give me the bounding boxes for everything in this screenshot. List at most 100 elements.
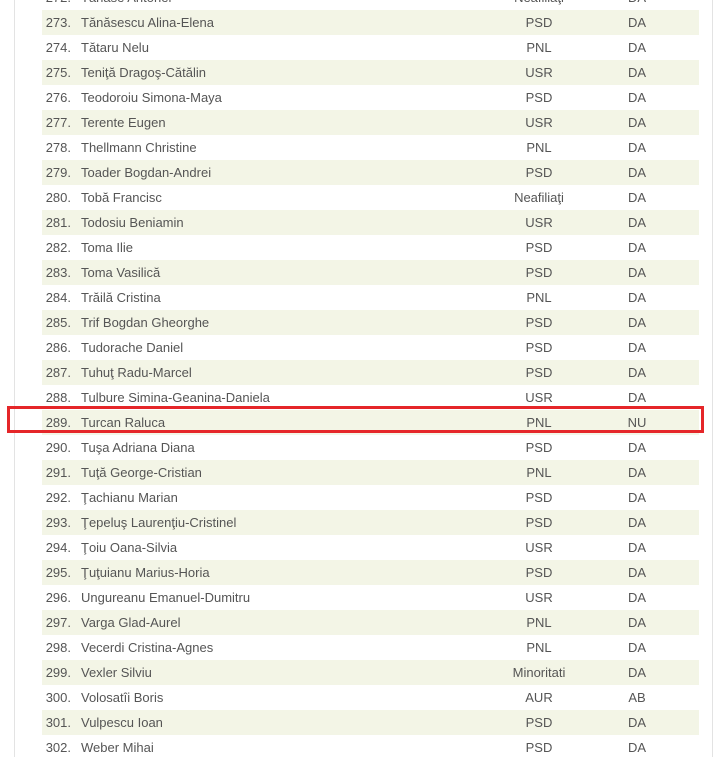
- party-name: USR: [525, 540, 553, 555]
- party-name: PSD: [525, 515, 553, 530]
- table-row: 280. Tobă Francisc Neafiliaţi DA: [42, 185, 699, 210]
- deputy-name: Volosatîi Boris: [81, 690, 164, 705]
- party-name: USR: [525, 215, 553, 230]
- party-name: PNL: [526, 465, 552, 480]
- row-number: 299.: [45, 665, 71, 680]
- party-name: USR: [525, 115, 553, 130]
- row-number: 274.: [45, 40, 71, 55]
- deputy-name: Ţepeluş Laurenţiu-Cristinel: [81, 515, 237, 530]
- party-name: PNL: [526, 615, 552, 630]
- table-row: 278. Thellmann Christine PNL DA: [42, 135, 699, 160]
- deputy-name: Trif Bogdan Gheorghe: [81, 315, 210, 330]
- vote-value: DA: [627, 115, 647, 130]
- table-row: 274. Tătaru Nelu PNL DA: [42, 35, 699, 60]
- deputy-name: Ţachianu Marian: [81, 490, 178, 505]
- row-number: 293.: [45, 515, 71, 530]
- row-number: 281.: [45, 215, 71, 230]
- row-number: 292.: [45, 490, 71, 505]
- table-row: 289. Turcan Raluca PNL NU: [42, 410, 699, 435]
- vote-value: DA: [627, 615, 647, 630]
- deputy-name: Tuşa Adriana Diana: [81, 440, 195, 455]
- deputy-name: Turcan Raluca: [81, 415, 166, 430]
- table-row: 299. Vexler Silviu Minoritati DA: [42, 660, 699, 685]
- vote-value: DA: [627, 40, 647, 55]
- party-name: USR: [525, 590, 553, 605]
- party-name: PSD: [525, 365, 553, 380]
- deputy-name: Teniţă Dragoş-Cătălin: [81, 65, 207, 80]
- vote-value: DA: [627, 390, 647, 405]
- deputy-name: Varga Glad-Aurel: [81, 615, 181, 630]
- row-number: 278.: [45, 140, 71, 155]
- vote-value: DA: [627, 715, 647, 730]
- deputy-name: Tobă Francisc: [81, 190, 162, 205]
- vote-results-table: 272. Tănase Antonel Neafiliaţi DA 273. Tănăse…: [42, 0, 699, 757]
- deputy-name: Tudorache Daniel: [81, 340, 184, 355]
- table-row: 301. Vulpescu Ioan PSD DA: [42, 710, 699, 735]
- vote-value: DA: [627, 590, 647, 605]
- row-number: 280.: [45, 190, 71, 205]
- table-row: 272. Tănase Antonel Neafiliaţi DA: [42, 0, 699, 10]
- vote-value: DA: [627, 190, 647, 205]
- party-name: Neafiliaţi: [514, 190, 564, 205]
- party-name: PSD: [525, 740, 553, 755]
- vote-value: DA: [627, 740, 647, 755]
- deputy-name: Toma Ilie: [81, 240, 134, 255]
- table-row: 302. Weber Mihai PSD DA: [42, 735, 699, 757]
- table-row: 279. Toader Bogdan-Andrei PSD DA: [42, 160, 699, 185]
- row-number: 290.: [45, 440, 71, 455]
- vote-value: DA: [627, 515, 647, 530]
- party-name: PSD: [525, 265, 553, 280]
- row-number: 276.: [45, 90, 71, 105]
- deputy-name: Todosiu Beniamin: [81, 215, 184, 230]
- party-name: PNL: [526, 415, 552, 430]
- vote-value: DA: [627, 165, 647, 180]
- party-name: PNL: [526, 290, 552, 305]
- vote-value: DA: [627, 15, 647, 30]
- party-name: USR: [525, 65, 553, 80]
- party-name: USR: [525, 390, 553, 405]
- party-name: PSD: [525, 315, 553, 330]
- row-number: 289.: [45, 415, 71, 430]
- vote-value: DA: [627, 265, 647, 280]
- row-number: 297.: [45, 615, 71, 630]
- row-number: 291.: [45, 465, 71, 480]
- row-number: 282.: [45, 240, 71, 255]
- vote-value: DA: [627, 240, 647, 255]
- deputy-name: Tănăsescu Alina-Elena: [81, 15, 214, 30]
- row-number: 295.: [45, 565, 71, 580]
- row-number: 296.: [45, 590, 71, 605]
- deputy-name: Terente Eugen: [81, 115, 166, 130]
- table-row: 284. Trăilă Cristina PNL DA: [42, 285, 699, 310]
- vote-value: DA: [627, 140, 647, 155]
- deputy-name: Tătaru Nelu: [81, 40, 149, 55]
- deputy-name: Tuţă George-Cristian: [81, 465, 202, 480]
- party-name: PNL: [526, 40, 552, 55]
- deputy-name: Ungureanu Emanuel-Dumitru: [81, 590, 251, 605]
- party-name: PNL: [526, 140, 552, 155]
- row-number: 283.: [45, 265, 71, 280]
- party-name: PNL: [526, 640, 552, 655]
- vote-value: DA: [627, 90, 647, 105]
- table-row: 298. Vecerdi Cristina-Agnes PNL DA: [42, 635, 699, 660]
- table-row: 296. Ungureanu Emanuel-Dumitru USR DA: [42, 585, 699, 610]
- table-row: 283. Toma Vasilică PSD DA: [42, 260, 699, 285]
- vote-value: NU: [627, 415, 647, 430]
- deputy-name: Thellmann Christine: [81, 140, 197, 155]
- deputy-name: Ţuţuianu Marius-Horia: [81, 565, 210, 580]
- deputy-name: Ţoiu Oana-Silvia: [81, 540, 178, 555]
- row-number: 300.: [45, 690, 71, 705]
- deputy-name: Tuhuţ Radu-Marcel: [81, 365, 192, 380]
- party-name: PSD: [525, 440, 553, 455]
- table-row: 281. Todosiu Beniamin USR DA: [42, 210, 699, 235]
- vote-value: DA: [618, 0, 656, 10]
- table-row: 300. Volosatîi Boris AUR AB: [42, 685, 699, 710]
- row-number: 273.: [45, 15, 71, 30]
- table-row: 293. Ţepeluş Laurenţiu-Cristinel PSD DA: [42, 510, 699, 535]
- party-name: PSD: [525, 15, 553, 30]
- vote-value: DA: [627, 640, 647, 655]
- deputy-name: Tulbure Simina-Geanina-Daniela: [81, 390, 270, 405]
- table-row: 285. Trif Bogdan Gheorghe PSD DA: [42, 310, 699, 335]
- row-number: 298.: [45, 640, 71, 655]
- deputy-name: Tănase Antonel: [81, 0, 171, 10]
- row-number: 285.: [45, 315, 71, 330]
